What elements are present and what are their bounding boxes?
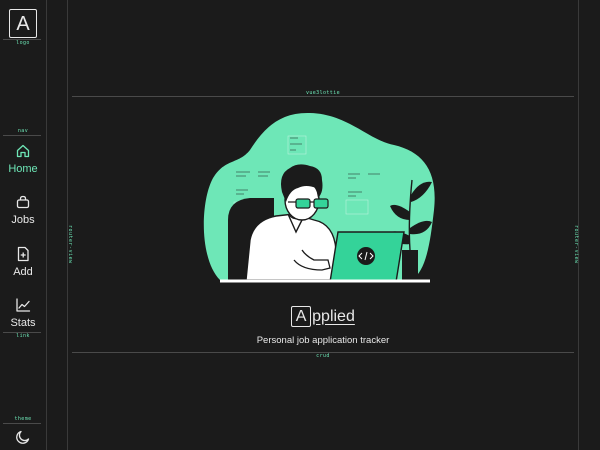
moon-icon: [16, 430, 30, 444]
link-caption: link: [16, 333, 30, 339]
left-caption: router-view: [67, 225, 73, 264]
sidebar: A logo nav Home Jobs Add Stats link them…: [0, 0, 47, 450]
brand-link[interactable]: A pplied: [291, 306, 355, 327]
developer-illustration: [203, 112, 435, 284]
nav-label: Home: [8, 163, 38, 175]
briefcase-icon: [16, 195, 30, 209]
divider: [3, 423, 41, 424]
brand: A pplied: [0, 306, 600, 327]
nav-item-home[interactable]: Home: [0, 143, 46, 183]
add-file-icon: [17, 246, 29, 262]
theme-toggle-button[interactable]: [15, 429, 31, 445]
hero-animation: [198, 110, 442, 290]
theme-caption: theme: [14, 416, 32, 422]
logo[interactable]: A: [9, 9, 37, 38]
nav-label: Jobs: [11, 214, 35, 226]
tagline: Personal job application tracker: [256, 335, 390, 346]
top-caption: vue3lottie: [305, 90, 341, 96]
home-icon: [16, 144, 30, 158]
nav-item-jobs[interactable]: Jobs: [0, 194, 46, 234]
right-caption: router-view: [573, 225, 579, 264]
frame-top-line: [72, 96, 574, 97]
logo-caption: logo: [16, 40, 30, 46]
nav-caption: nav: [17, 128, 29, 134]
bottom-caption: crud: [316, 353, 330, 359]
nav-label: Add: [13, 266, 33, 278]
nav-item-add[interactable]: Add: [0, 246, 46, 286]
divider: [3, 135, 41, 136]
brand-name: pplied: [312, 307, 355, 325]
brand-letter: A: [291, 306, 312, 327]
